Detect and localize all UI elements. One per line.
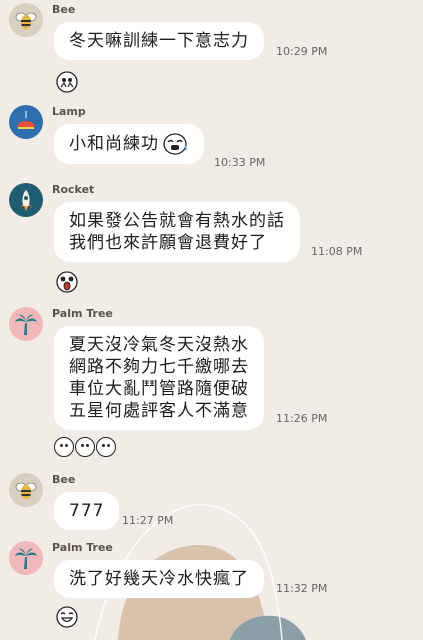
timestamp: 10:29 PM bbox=[276, 45, 328, 58]
sender-name: Lamp bbox=[52, 105, 86, 118]
sticker[interactable] bbox=[54, 437, 116, 459]
message-bubble[interactable]: 小和尚練功 bbox=[54, 124, 204, 164]
shocked-face-icon bbox=[56, 271, 78, 293]
avatar[interactable] bbox=[9, 105, 43, 139]
lamp-icon bbox=[17, 111, 35, 129]
sender-name: Palm Tree bbox=[52, 541, 113, 554]
sender-name: Bee bbox=[52, 3, 76, 16]
sender-name: Palm Tree bbox=[52, 307, 113, 320]
face-icon bbox=[96, 437, 116, 457]
message-text: 小和尚練功 bbox=[69, 134, 159, 154]
timestamp: 11:26 PM bbox=[276, 412, 328, 425]
message-bubble[interactable]: 777 bbox=[54, 492, 120, 530]
palm-tree-icon bbox=[15, 548, 37, 569]
rocket-icon bbox=[20, 190, 32, 211]
crying-face-emoji bbox=[163, 133, 187, 155]
sticker[interactable] bbox=[56, 606, 78, 628]
avatar[interactable] bbox=[9, 183, 43, 217]
sticker[interactable] bbox=[56, 71, 78, 93]
avatar[interactable] bbox=[9, 3, 43, 37]
avatar[interactable] bbox=[9, 541, 43, 575]
face-icon bbox=[75, 437, 95, 457]
message-bubble[interactable]: 冬天嘛訓練一下意志力 bbox=[54, 22, 264, 60]
timestamp: 11:08 PM bbox=[311, 245, 363, 258]
grinning-face-icon bbox=[56, 606, 78, 628]
face-icon bbox=[54, 437, 74, 457]
timestamp: 11:27 PM bbox=[122, 514, 174, 527]
message-bubble[interactable]: 夏天沒冷氣冬天沒熱水 網路不夠力七千繳哪去 車位大亂鬥管路隨便破 五星何處評客人… bbox=[54, 326, 264, 430]
bee-icon bbox=[15, 12, 37, 29]
message-bubble[interactable]: 如果發公告就會有熱水的話 我們也來許願會退費好了 bbox=[54, 202, 300, 262]
message-bubble[interactable]: 洗了好幾天冷水快瘋了 bbox=[54, 560, 264, 598]
sticker[interactable] bbox=[56, 271, 78, 293]
people-icon bbox=[56, 71, 78, 93]
timestamp: 10:33 PM bbox=[214, 156, 266, 169]
timestamp: 11:32 PM bbox=[276, 582, 328, 595]
sender-name: Bee bbox=[52, 473, 76, 486]
sender-name: Rocket bbox=[52, 183, 95, 196]
avatar[interactable] bbox=[9, 307, 43, 341]
avatar[interactable] bbox=[9, 473, 43, 507]
bee-icon bbox=[15, 482, 37, 499]
palm-tree-icon bbox=[15, 314, 37, 335]
